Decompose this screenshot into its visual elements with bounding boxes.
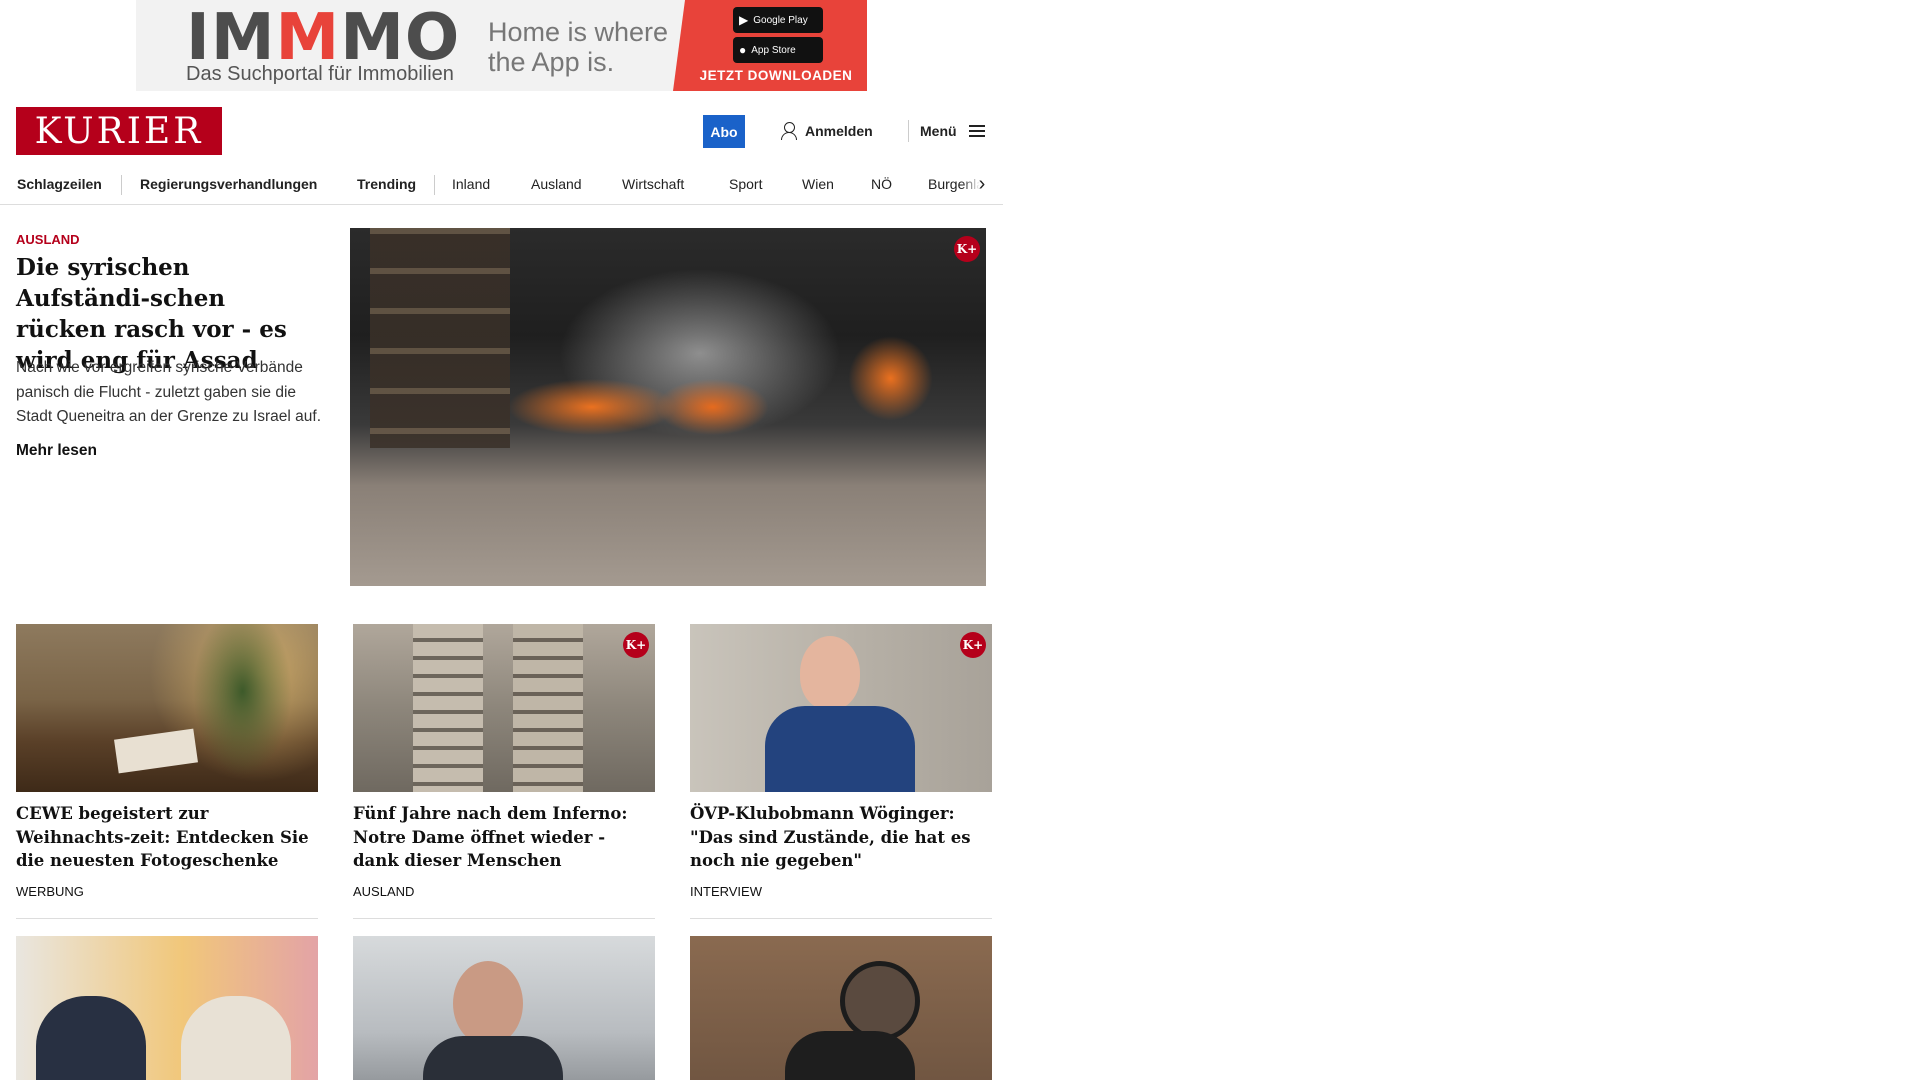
read-more-link[interactable]: Mehr lesen xyxy=(16,442,97,460)
card-title[interactable]: Fünf Jahre nach dem Inferno: Notre Dame … xyxy=(353,802,655,873)
kplus-badge-icon: K+ xyxy=(623,632,649,658)
hero-image-building xyxy=(370,228,510,448)
card-image-politician[interactable] xyxy=(353,936,655,1080)
card-divider xyxy=(353,918,655,919)
hamburger-icon xyxy=(968,125,985,137)
chevron-right-icon[interactable]: › xyxy=(962,165,1002,203)
nav-item-trending[interactable]: Trending xyxy=(357,165,416,203)
ad-cta-button[interactable]: JETZT DOWNLOADEN xyxy=(696,68,856,83)
menu-button[interactable]: Menü xyxy=(920,120,985,142)
nav-item-sport[interactable]: Sport xyxy=(729,165,762,203)
kurier-logo[interactable]: KURIER xyxy=(16,107,222,155)
play-icon: ▶ xyxy=(739,13,749,27)
card-title[interactable]: CEWE begeistert zur Weihnachts-zeit: Ent… xyxy=(16,802,318,873)
kplus-badge-icon: K+ xyxy=(960,632,986,658)
abo-button[interactable]: Abo xyxy=(703,115,745,148)
kplus-badge-icon: K+ xyxy=(954,236,980,262)
nav-item-wirtschaft[interactable]: Wirtschaft xyxy=(622,165,684,203)
ad-tagline: Home is where the App is. xyxy=(488,17,669,77)
nav-item-schlagzeilen[interactable]: Schlagzeilen xyxy=(17,165,102,203)
header-divider xyxy=(908,120,909,142)
card-image-cewe[interactable] xyxy=(16,624,318,792)
menu-label: Menü xyxy=(920,123,957,139)
card-image-woeginger[interactable]: K+ xyxy=(690,624,992,792)
card-image-juggler[interactable] xyxy=(690,936,992,1080)
google-play-badge[interactable]: ▶ Google Play xyxy=(733,7,823,33)
nav-item-inland[interactable]: Inland xyxy=(452,165,490,203)
user-icon xyxy=(781,122,797,140)
card-divider xyxy=(16,918,318,919)
nav-item-noe[interactable]: NÖ xyxy=(871,165,892,203)
card-image-notre-dame[interactable]: K+ xyxy=(353,624,655,792)
login-button[interactable]: Anmelden xyxy=(781,120,873,142)
nav-item-ausland[interactable]: Ausland xyxy=(531,165,582,203)
nav-separator xyxy=(121,175,122,195)
card-title[interactable]: ÖVP-Klubobmann Wöginger: "Das sind Zustä… xyxy=(690,802,992,873)
ad-subtitle: Das Suchportal für Immobilien xyxy=(186,63,454,85)
ad-banner[interactable]: IMMMO Das Suchportal für Immobilien Home… xyxy=(136,0,867,91)
ad-logo: IMMMO xyxy=(186,1,461,75)
nav-item-wien[interactable]: Wien xyxy=(802,165,834,203)
apple-icon: ● xyxy=(739,43,747,57)
section-nav: Schlagzeilen Regierungsverhandlungen Tre… xyxy=(0,165,1003,205)
card-category: INTERVIEW xyxy=(690,884,762,899)
card-category: WERBUNG xyxy=(16,884,84,899)
nav-item-regierungsverhandlungen[interactable]: Regierungsverhandlungen xyxy=(140,165,317,203)
card-image-meeting[interactable] xyxy=(16,936,318,1080)
hero-category[interactable]: AUSLAND xyxy=(16,232,80,247)
login-label: Anmelden xyxy=(805,123,873,139)
card-category: AUSLAND xyxy=(353,884,415,899)
app-store-badge[interactable]: ● App Store xyxy=(733,37,823,63)
card-divider xyxy=(690,918,992,919)
hero-image[interactable]: K+ xyxy=(350,228,986,586)
hero-teaser: Nach wie vor ergreifen syrische Verbände… xyxy=(16,359,322,425)
nav-separator xyxy=(434,175,435,195)
